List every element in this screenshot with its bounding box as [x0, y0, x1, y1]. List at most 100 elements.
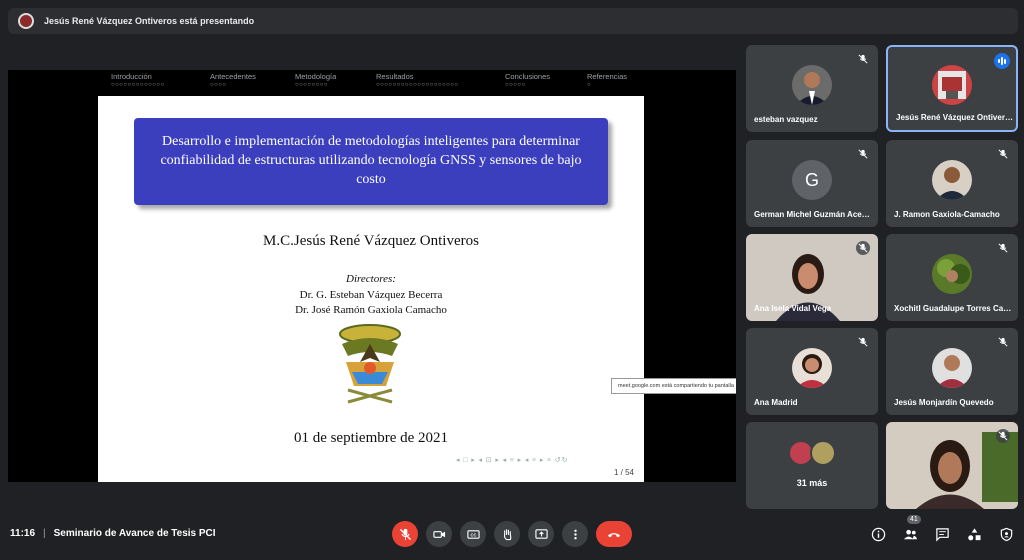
mic-off-icon	[996, 147, 1010, 161]
presenting-text: Jesús René Vázquez Ontiveros está presen…	[44, 16, 255, 26]
nav-section-label: Conclusiones	[505, 72, 551, 81]
participant-tile-video[interactable]	[886, 422, 1018, 509]
presenter-avatar	[18, 13, 34, 29]
meeting-info: 11:16 | Seminario de Avance de Tesis PCI	[10, 528, 216, 539]
mic-toggle-button[interactable]	[392, 521, 418, 547]
chat-icon	[935, 527, 949, 542]
slide-title: Desarrollo e implementación de metodolog…	[134, 118, 608, 205]
captions-button[interactable]: CC	[460, 521, 486, 547]
leave-call-button[interactable]	[596, 521, 632, 547]
participant-count-badge: 41	[907, 515, 921, 524]
mic-off-icon	[856, 335, 870, 349]
present-now-button[interactable]	[528, 521, 554, 547]
more-participants-count: 31 más	[796, 478, 828, 488]
nav-section-metodologia: Metodología ○○○○○○○○	[295, 72, 336, 88]
presentation-stage[interactable]: Introducción ○○○○○○○○○○○○○ Antecedentes …	[8, 70, 736, 482]
presenting-bar: Jesús René Vázquez Ontiveros está presen…	[8, 8, 1018, 34]
slide-section-nav: Introducción ○○○○○○○○○○○○○ Antecedentes …	[8, 70, 736, 96]
camera-icon	[432, 530, 445, 538]
hang-up-icon	[607, 532, 621, 537]
participant-tile[interactable]: G German Michel Guzmán Acevedo	[746, 140, 878, 227]
director-1: Dr. G. Esteban Vázquez Becerra	[299, 289, 443, 301]
avatar: G	[792, 160, 832, 200]
host-controls-button[interactable]	[996, 524, 1016, 544]
camera-toggle-button[interactable]	[426, 521, 452, 547]
meet-window: Jesús René Vázquez Ontiveros está presen…	[0, 0, 1024, 560]
svg-text:CC: CC	[470, 532, 476, 537]
beamer-navigation-symbols[interactable]: ◂ □ ▸ ◂ ⊡ ▸ ◂ ≡ ▸ ◂ ≡ ▸ ≡ ↺↻	[456, 456, 569, 464]
nav-section-dots: ○○○○○○○○○○○○○○○○○○○○	[376, 82, 459, 88]
meeting-tools: 41	[868, 515, 1016, 544]
shield-icon	[1000, 527, 1012, 541]
speaking-indicator-icon	[994, 53, 1010, 69]
directors-label: Directores:	[346, 273, 396, 285]
participant-name: esteban vazquez	[754, 115, 818, 124]
mic-off-icon	[996, 241, 1010, 255]
slide-date: 01 de septiembre de 2021	[293, 430, 449, 446]
avatar	[932, 65, 972, 105]
more-options-button[interactable]	[562, 521, 588, 547]
raise-hand-button[interactable]	[494, 521, 520, 547]
participant-name: J. Ramon Gaxiola-Camacho	[894, 210, 1000, 219]
participant-tile-video[interactable]: Ana Isela Vidal Vega	[746, 234, 878, 321]
participant-tile[interactable]: J. Ramon Gaxiola-Camacho	[886, 140, 1018, 227]
participant-tile-presenter[interactable]: Jesús René Vázquez Ontiveros	[886, 45, 1018, 132]
nav-section-dots: ○	[587, 82, 592, 88]
participant-name: Ana Madrid	[754, 398, 798, 407]
participant-name: Jesús Monjardín Quevedo	[894, 398, 994, 407]
more-vert-icon	[573, 529, 577, 539]
nav-section-introduccion: Introducción ○○○○○○○○○○○○○	[111, 72, 165, 88]
slide-page: Desarrollo e implementación de metodolog…	[98, 96, 644, 482]
avatar	[792, 348, 832, 388]
more-participants-avatars	[788, 440, 836, 466]
nav-section-antecedentes: Antecedentes ○○○○	[210, 72, 256, 88]
nav-section-referencias: Referencias ○	[587, 72, 627, 88]
chat-button[interactable]	[932, 524, 952, 544]
participant-name: Jesús René Vázquez Ontiveros	[896, 113, 1014, 122]
participant-tile[interactable]: Ana Madrid	[746, 328, 878, 415]
meeting-title: Seminario de Avance de Tesis PCI	[53, 528, 216, 539]
info-icon	[871, 527, 885, 541]
avatar	[810, 440, 836, 466]
nav-section-dots: ○○○○○	[505, 82, 526, 88]
nav-section-label: Antecedentes	[210, 72, 256, 81]
nav-section-label: Referencias	[587, 72, 628, 81]
nav-section-label: Resultados	[376, 72, 414, 81]
mic-off-icon	[856, 147, 870, 161]
slide-page-number: 1 / 54	[613, 468, 634, 477]
avatar	[932, 254, 972, 294]
nav-section-dots: ○○○○○○○○○○○○○	[111, 82, 165, 88]
participant-name: German Michel Guzmán Acevedo	[754, 210, 872, 219]
activities-icon	[967, 527, 980, 540]
present-screen-icon	[534, 528, 548, 539]
divider: |	[43, 528, 46, 539]
more-participants-tile[interactable]: 31 más	[746, 422, 878, 509]
participant-name: Xochitl Guadalupe Torres Carrillo	[894, 304, 1012, 313]
director-2: Dr. José Ramón Gaxiola Camacho	[295, 304, 447, 316]
avatar	[792, 65, 832, 105]
avatar	[932, 160, 972, 200]
nav-section-label: Metodología	[295, 72, 337, 81]
call-controls: CC	[392, 521, 632, 547]
participant-tile[interactable]: Jesús Monjardín Quevedo	[886, 328, 1018, 415]
nav-section-label: Introducción	[111, 72, 152, 81]
clock-time: 11:16	[10, 528, 36, 539]
hand-icon	[503, 528, 511, 540]
captions-icon: CC	[466, 529, 480, 539]
participant-tile[interactable]: esteban vazquez	[746, 45, 878, 132]
avatar	[932, 348, 972, 388]
people-button[interactable]: 41	[900, 515, 921, 544]
people-icon	[903, 529, 917, 539]
mic-off-icon	[399, 528, 411, 540]
mic-off-icon	[996, 429, 1010, 443]
nav-section-dots: ○○○○	[210, 82, 227, 88]
mic-off-icon	[996, 335, 1010, 349]
participant-name: Ana Isela Vidal Vega	[754, 304, 832, 313]
university-crest-logo	[339, 324, 401, 404]
nav-section-resultados: Resultados ○○○○○○○○○○○○○○○○○○○○	[376, 72, 458, 88]
nav-section-dots: ○○○○○○○○	[295, 82, 328, 88]
meeting-details-button[interactable]	[868, 524, 888, 544]
participant-tile[interactable]: Xochitl Guadalupe Torres Carrillo	[886, 234, 1018, 321]
slide-author: M.C.Jesús René Vázquez Ontiveros	[263, 233, 479, 249]
activities-button[interactable]	[964, 524, 984, 544]
